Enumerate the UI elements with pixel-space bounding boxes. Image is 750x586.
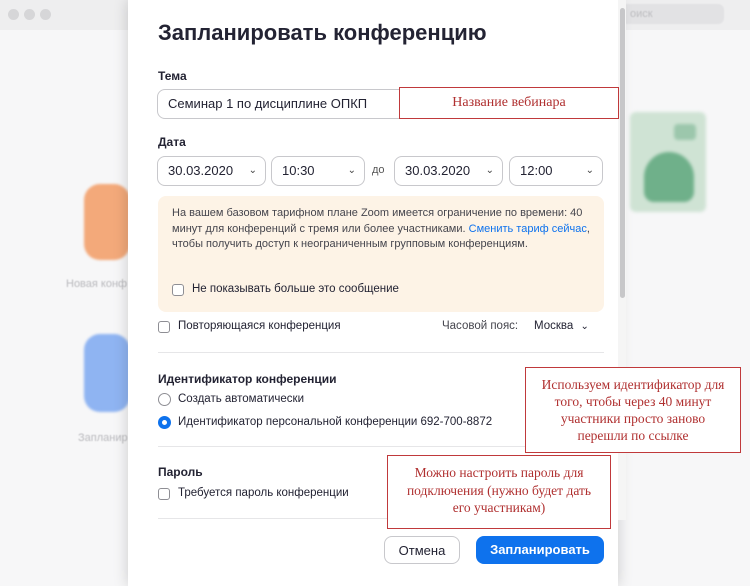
date-to-label: до: [372, 164, 385, 176]
end-time-select[interactable]: 12:00 ⌄: [509, 156, 603, 186]
annotation-topic-note: Название вебинара: [399, 87, 619, 119]
date-label: Дата: [158, 135, 186, 149]
end-date-value: 30.03.2020: [405, 163, 471, 178]
annotation-id-note: Используем идентификатор для того, чтобы…: [525, 367, 741, 453]
chevron-down-icon: ⌄: [248, 165, 257, 176]
timezone-label: Часовой пояс:: [442, 320, 519, 332]
cancel-button[interactable]: Отмена: [384, 536, 460, 564]
recurring-checkbox[interactable]: [158, 321, 170, 333]
start-time-value: 10:30: [282, 163, 315, 178]
upgrade-plan-link[interactable]: Сменить тариф сейчас: [469, 223, 587, 235]
meeting-id-auto-label: Создать автоматически: [178, 393, 305, 405]
topic-label: Тема: [158, 69, 187, 83]
meeting-id-personal-radio[interactable]: [158, 416, 171, 429]
section-divider: [158, 352, 604, 353]
meeting-id-label: Идентификатор конференции: [158, 372, 337, 386]
window-minimize-dot: [24, 9, 35, 20]
plan-limit-notice: На вашем базовом тарифном плане Zoom име…: [158, 196, 604, 312]
chevron-down-icon: ⌄: [485, 165, 494, 176]
chevron-down-icon: ⌄: [347, 165, 356, 176]
window-zoom-dot: [40, 9, 51, 20]
window-close-dot: [8, 9, 19, 20]
require-password-checkbox[interactable]: [158, 488, 170, 500]
topic-input-value: Семинар 1 по дисциплине ОПКП: [168, 96, 368, 111]
start-time-select[interactable]: 10:30 ⌄: [271, 156, 365, 186]
require-password-label: Требуется пароль конференции: [178, 487, 349, 499]
dialog-title: Запланировать конференцию: [158, 20, 487, 45]
timezone-select[interactable]: Москва ⌄: [534, 320, 589, 332]
chevron-down-icon: ⌄: [580, 321, 589, 332]
start-date-select[interactable]: 30.03.2020 ⌄: [157, 156, 266, 186]
end-time-value: 12:00: [520, 163, 553, 178]
password-label: Пароль: [158, 465, 203, 479]
schedule-tile-icon: [84, 334, 130, 412]
chevron-down-icon: ⌄: [585, 165, 594, 176]
new-meeting-tile-label: Новая конф: [66, 278, 128, 290]
background-search-field: оиск: [612, 4, 724, 24]
meeting-id-auto-radio[interactable]: [158, 393, 171, 406]
recurring-label: Повторяющаяся конференция: [178, 320, 341, 332]
new-meeting-tile-icon: [84, 184, 130, 260]
dialog-scrollbar-thumb[interactable]: [620, 8, 625, 298]
start-date-value: 30.03.2020: [168, 163, 234, 178]
timezone-value: Москва: [534, 320, 574, 332]
background-image-icon: [630, 112, 706, 212]
dont-show-label: Не показывать больше это сообщение: [192, 283, 399, 295]
meeting-id-personal-label: Идентификатор персональной конференции 6…: [178, 416, 493, 428]
notice-text: На вашем базовом тарифном плане Zoom име…: [172, 206, 592, 253]
end-date-select[interactable]: 30.03.2020 ⌄: [394, 156, 503, 186]
schedule-tile-label: Запланир: [78, 432, 128, 444]
schedule-button[interactable]: Запланировать: [476, 536, 604, 564]
annotation-password-note: Можно настроить пароль для подключения (…: [387, 455, 611, 529]
dont-show-checkbox[interactable]: [172, 284, 184, 296]
